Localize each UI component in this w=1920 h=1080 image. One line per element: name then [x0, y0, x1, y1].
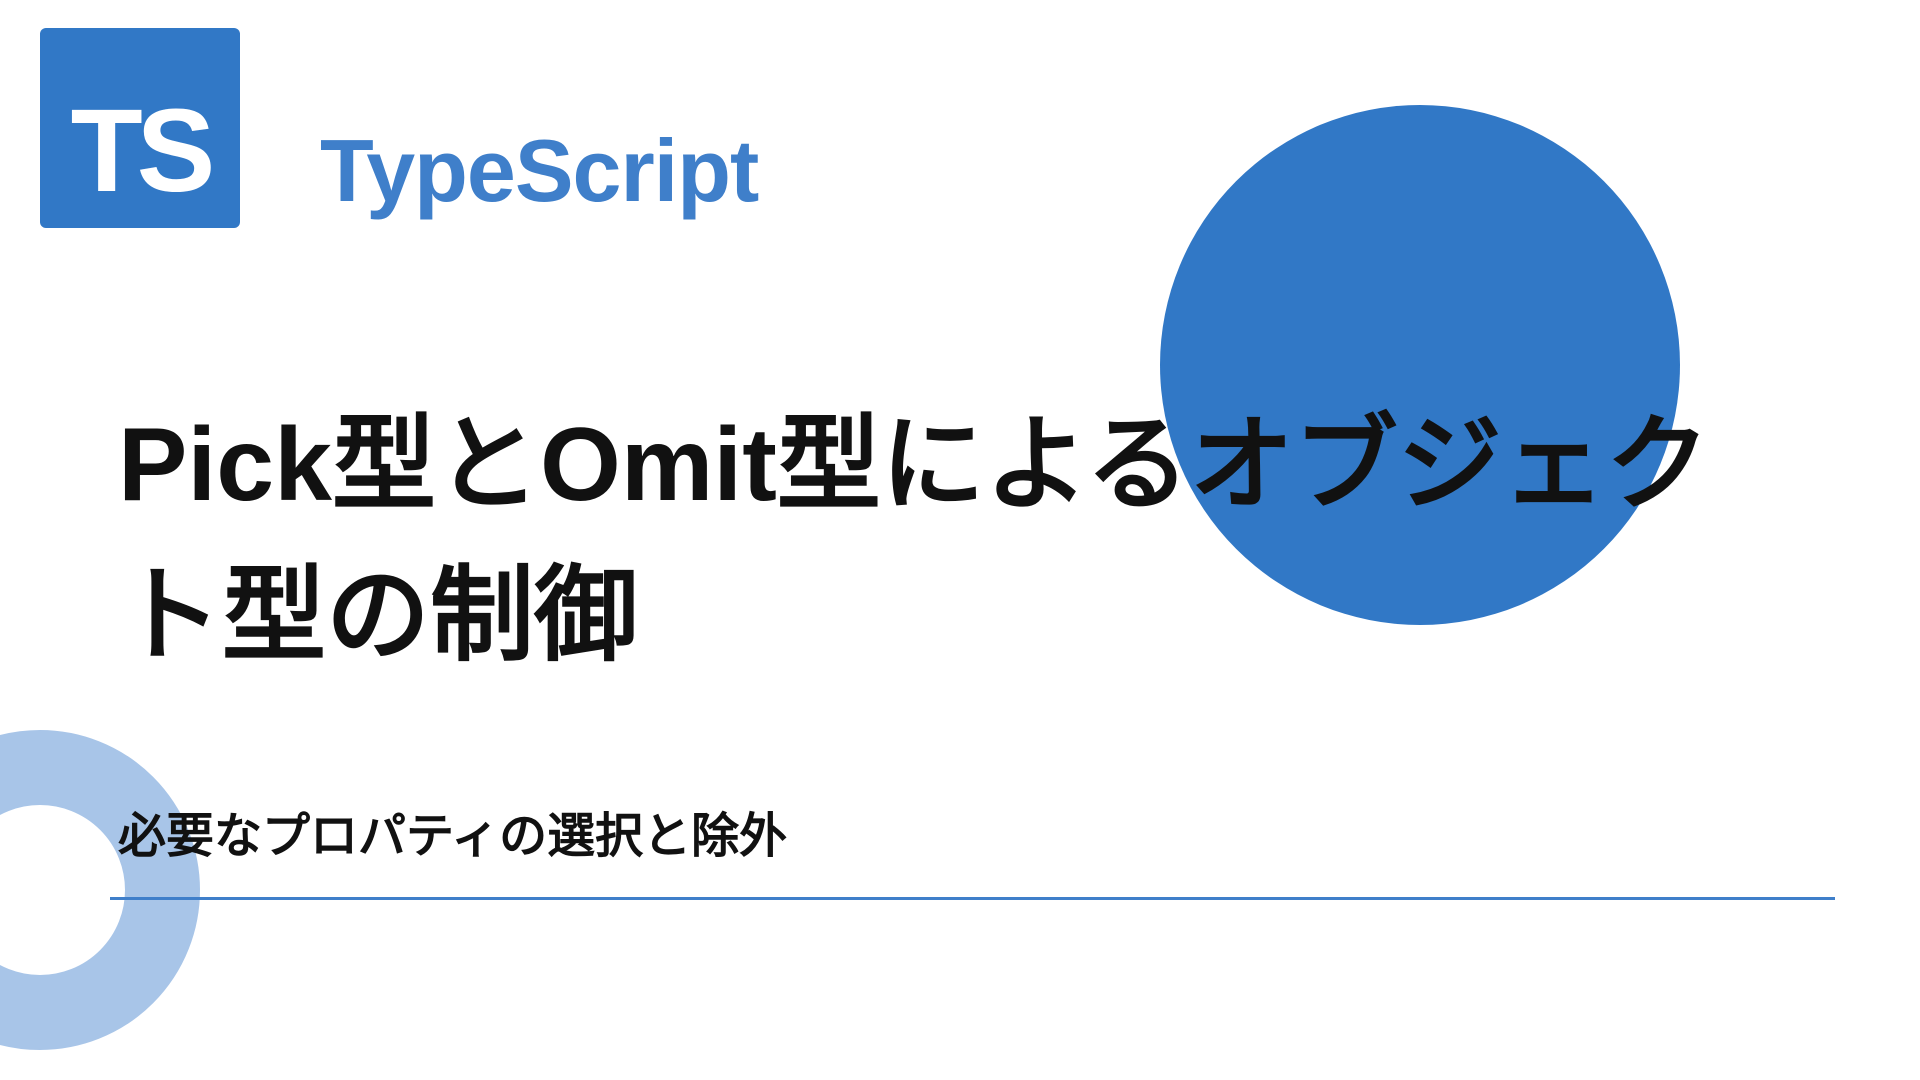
slide-subtitle: 必要なプロパティの選択と除外 — [118, 796, 1800, 866]
decorative-circle-ring — [0, 730, 200, 1050]
logo-text: TS — [71, 92, 210, 210]
divider-line — [110, 897, 1835, 900]
slide-title: Pick型とOmit型によるオブジェクト型の制御 — [118, 390, 1800, 692]
brand-name: TypeScript — [320, 120, 758, 222]
typescript-logo-icon: TS — [40, 28, 240, 228]
slide: TS TypeScript Pick型とOmit型によるオブジェクト型の制御 必… — [0, 0, 1920, 1080]
